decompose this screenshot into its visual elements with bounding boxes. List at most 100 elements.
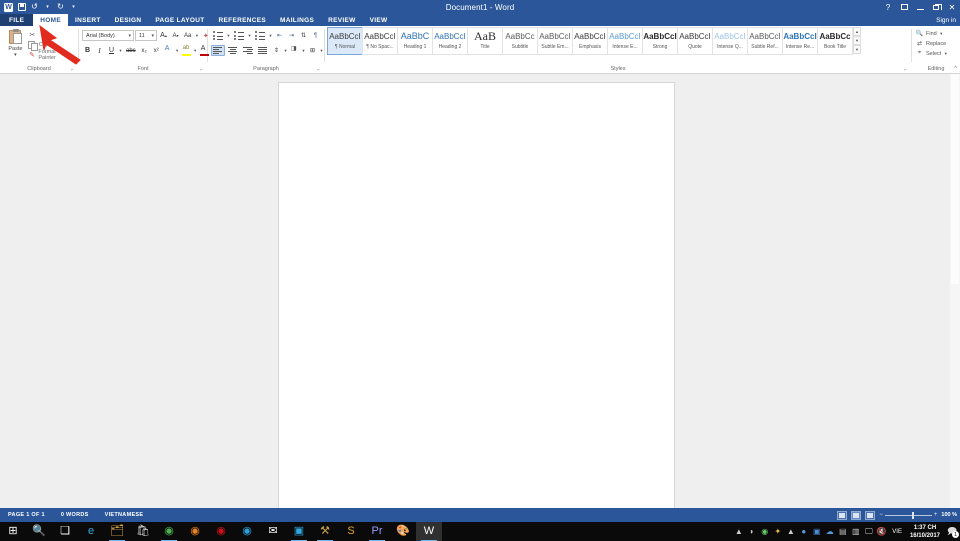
align-left-button[interactable] [211, 45, 225, 56]
shading-button[interactable]: ◨ [289, 45, 300, 56]
font-name-input[interactable]: Arial (Body) ▾ [82, 30, 134, 41]
style-item-6[interactable]: AaBbCcI Subtle Em... [537, 27, 573, 55]
replace-button[interactable]: ⇄ Replace [915, 39, 946, 48]
tray-app8-icon[interactable]: ▤ [836, 522, 849, 541]
select-button[interactable]: ⌖ Select ▾ [915, 49, 948, 58]
tab-mailings[interactable]: MAILINGS [273, 14, 321, 26]
bullets-caret-icon[interactable]: ▾ [226, 33, 231, 39]
bold-button[interactable]: B [82, 45, 93, 56]
cut-button[interactable]: ✂ [28, 30, 75, 39]
highlight-button[interactable]: ab [181, 45, 192, 56]
restore-button[interactable] [928, 0, 944, 14]
line-spacing-button[interactable]: ⇕ [271, 45, 282, 56]
change-case-caret-icon[interactable]: ▾ [194, 33, 199, 39]
style-item-13[interactable]: AaBbCcI Intense Re... [782, 27, 818, 55]
tray-unikey-icon[interactable]: ✦ [771, 522, 784, 541]
tray-app6-icon[interactable]: ▣ [810, 522, 823, 541]
style-item-4[interactable]: AaB Title [467, 27, 503, 55]
minimize-button[interactable] [912, 0, 928, 14]
grow-font-button[interactable]: A ▴ [158, 30, 169, 41]
tray-app4-icon[interactable]: ▲ [784, 522, 797, 541]
paragraph-dialog-launcher[interactable]: ⌐ [315, 66, 322, 74]
paste-dropdown-icon[interactable]: ▾ [14, 53, 17, 58]
superscript-button[interactable]: x² [151, 45, 162, 56]
decrease-indent-button[interactable]: ⇤ [274, 30, 285, 41]
clipboard-dialog-launcher[interactable]: ⌐ [69, 66, 76, 74]
style-item-3[interactable]: AaBbCcI Heading 2 [432, 27, 468, 55]
coccoc-icon[interactable]: ◉ [234, 522, 260, 541]
style-item-14[interactable]: AaBbCc Book Title [817, 27, 853, 55]
tray-language-indicator[interactable]: VIE [888, 529, 906, 535]
show-formatting-marks-button[interactable]: ¶ [310, 30, 321, 41]
numbering-caret-icon[interactable]: ▾ [247, 33, 252, 39]
ribbon-display-options-button[interactable] [896, 0, 912, 14]
style-item-11[interactable]: AaBbCcI Intense Q... [712, 27, 748, 55]
font-size-input[interactable]: 11 ▾ [135, 30, 157, 41]
tray-app1-icon[interactable]: ◗ [745, 522, 758, 541]
align-right-button[interactable] [241, 45, 255, 56]
align-center-button[interactable] [226, 45, 240, 56]
highlight-caret-icon[interactable]: ▾ [193, 48, 198, 54]
justify-button[interactable] [256, 45, 270, 56]
tray-app2-icon[interactable]: ◉ [758, 522, 771, 541]
photoshop-icon[interactable]: ▣ [286, 522, 312, 541]
paste-button[interactable]: Paste ▾ [3, 28, 28, 58]
zoom-in-button[interactable]: + [934, 512, 938, 518]
bullets-button[interactable] [211, 30, 225, 41]
zoom-knob[interactable] [911, 511, 914, 519]
scrollbar-thumb[interactable] [951, 74, 959, 284]
styles-more-button[interactable]: ▾ [853, 45, 861, 54]
close-button[interactable]: ✕ [944, 0, 960, 14]
tab-file[interactable]: FILE [0, 14, 34, 26]
sign-in-button[interactable]: Sign in [936, 14, 956, 26]
numbering-button[interactable] [232, 30, 246, 41]
tray-network-icon[interactable]: 🖵 [862, 522, 875, 541]
read-mode-button[interactable] [837, 510, 848, 520]
sort-button[interactable]: ⇅ [298, 30, 309, 41]
style-item-2[interactable]: AaBbC Heading 1 [397, 27, 433, 55]
paint-icon[interactable]: 🎨 [390, 522, 416, 541]
opera-icon[interactable]: ◉ [208, 522, 234, 541]
search-icon[interactable]: 🔍 [26, 522, 52, 541]
web-layout-button[interactable] [865, 510, 876, 520]
page-indicator[interactable]: PAGE 1 OF 1 [0, 512, 53, 518]
font-size-caret-icon[interactable]: ▾ [150, 33, 155, 39]
styles-scroll-down-button[interactable]: ▾ [853, 36, 861, 45]
tab-page-layout[interactable]: PAGE LAYOUT [148, 14, 211, 26]
print-layout-button[interactable] [851, 510, 862, 520]
notification-center-button[interactable]: 🗩 1 [944, 522, 960, 541]
tab-references[interactable]: REFERENCES [212, 14, 273, 26]
style-item-5[interactable]: AaBbCc Subtitle [502, 27, 538, 55]
shrink-font-button[interactable]: A ▾ [170, 30, 181, 41]
tab-home[interactable]: HOME [33, 14, 68, 26]
task-view-icon[interactable]: ❑ [52, 522, 78, 541]
sublime-icon[interactable]: S [338, 522, 364, 541]
borders-caret-icon[interactable]: ▾ [319, 48, 324, 54]
tray-onedrive-icon[interactable]: ☁ [823, 522, 836, 541]
zoom-slider[interactable]: − + [879, 511, 938, 519]
chrome-icon[interactable]: ◉ [156, 522, 182, 541]
file-explorer-icon[interactable]: 🗂 [104, 522, 130, 541]
styles-gallery[interactable]: AaBbCcI ¶ Normal AaBbCcI ¶ No Spac... AaBbC H… [325, 26, 911, 64]
help-button[interactable]: ? [880, 0, 896, 14]
tray-volume-icon[interactable]: 🔇 [875, 522, 888, 541]
text-effects-button[interactable]: A [163, 45, 174, 56]
store-icon[interactable]: 🛍 [130, 522, 156, 541]
increase-indent-button[interactable]: ⇥ [286, 30, 297, 41]
word-taskbar-icon[interactable]: W [416, 522, 442, 541]
tools-icon[interactable]: ⚒ [312, 522, 338, 541]
language-indicator[interactable]: VIETNAMESE [97, 512, 152, 518]
style-item-7[interactable]: AaBbCcI Emphasis [572, 27, 608, 55]
styles-scroll-up-button[interactable]: ▴ [853, 27, 861, 36]
tab-design[interactable]: DESIGN [108, 14, 149, 26]
find-button[interactable]: 🔍 Find ▾ [915, 29, 944, 38]
tab-insert[interactable]: INSERT [68, 14, 108, 26]
tab-review[interactable]: REVIEW [321, 14, 362, 26]
italic-button[interactable]: I [94, 45, 105, 56]
zoom-out-button[interactable]: − [879, 512, 883, 518]
zoom-track[interactable] [884, 511, 932, 519]
firefox-icon[interactable]: ◉ [182, 522, 208, 541]
tab-view[interactable]: VIEW [363, 14, 395, 26]
premiere-icon[interactable]: Pr [364, 522, 390, 541]
edge-icon[interactable]: e [78, 522, 104, 541]
